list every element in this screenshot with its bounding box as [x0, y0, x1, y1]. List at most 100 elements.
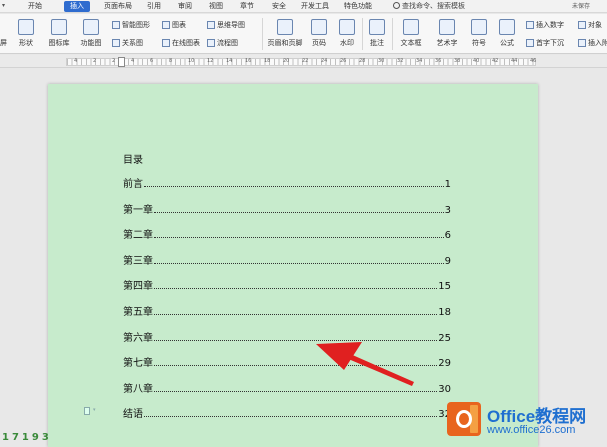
toc-row-label: 第五章 [123, 307, 153, 318]
art-text-button[interactable]: 艺术字 [430, 19, 464, 48]
flow-chart-button[interactable]: 流程图 [207, 38, 238, 48]
online-chart-icon [162, 39, 170, 47]
toc-row-page: 1 [444, 179, 451, 190]
tab-page-layout[interactable]: 页面布局 [101, 1, 135, 12]
insert-number-button[interactable]: 插入数字 [526, 20, 564, 30]
textbox-icon [403, 19, 419, 35]
tab-review[interactable]: 审阅 [174, 1, 196, 12]
chart-button[interactable]: 图表 [162, 20, 186, 30]
toc-row[interactable]: 前言 1 [123, 176, 451, 190]
tab-features[interactable]: 特色功能 [340, 1, 376, 12]
ruler-number: 20 [283, 58, 290, 64]
toc-row-label: 前言 [123, 179, 143, 190]
ruler-number: 18 [264, 58, 271, 64]
document-icon[interactable] [84, 407, 90, 415]
toc-row-label: 第八章 [123, 383, 153, 395]
smart-shape-icon [112, 21, 120, 29]
ruler-number: 4 [131, 58, 135, 64]
office-logo-icon [447, 402, 481, 436]
tab-chapter[interactable]: 章节 [236, 1, 258, 12]
mind-map-button[interactable]: 思维导图 [207, 20, 245, 30]
toc-row[interactable]: 第二章 6 [123, 227, 451, 241]
toc-row-page: 25 [438, 332, 451, 344]
ruler-number: 6 [150, 58, 154, 64]
ribbon-cut-label[interactable]: 屏 [0, 38, 7, 48]
textbox-button[interactable]: 文本框 [396, 19, 426, 48]
toc-row[interactable]: 第一章 3 [123, 202, 451, 216]
ribbon-separator [392, 18, 393, 50]
menu-dropdown-icon[interactable]: ▾ [2, 2, 5, 9]
watermark-button[interactable]: 水印 [335, 19, 359, 48]
document-page[interactable]: 目录 前言 1 第一章 3 第二章 6 第三章 9 第四章 15 第五章 18 第六章 25 第七章 29 第八… [48, 84, 538, 447]
toc-title: 目录 [123, 155, 143, 166]
chevron-down-icon[interactable]: ▾ [93, 407, 96, 413]
ruler-number: 8 [169, 58, 173, 64]
ruler-strip [66, 58, 536, 66]
toc-row[interactable]: 第五章 18 [123, 304, 451, 318]
online-chart-button[interactable]: 在线图表 [162, 38, 200, 48]
tab-security[interactable]: 安全 [268, 1, 290, 12]
toc-row-page: 15 [438, 281, 451, 293]
insert-attachment-button[interactable]: 插入附 [578, 38, 607, 48]
page-number-icon [311, 19, 327, 35]
icon-library-button[interactable]: 图标库 [46, 19, 72, 48]
toc-row-label: 第二章 [123, 230, 153, 242]
ruler-number: 38 [454, 58, 461, 64]
toc-leader-dots [144, 186, 444, 187]
header-footer-icon [277, 19, 293, 35]
tab-view[interactable]: 视图 [205, 1, 227, 12]
tab-developer[interactable]: 开发工具 [298, 1, 332, 12]
ruler-number: 2 [112, 58, 116, 64]
search-icon [393, 2, 400, 9]
comment-icon [369, 19, 385, 35]
relation-chart-button[interactable]: 关系图 [112, 38, 143, 48]
ruler-number: 12 [207, 58, 214, 64]
ruler-number: 46 [530, 58, 537, 64]
office-watermark: Office教程网 www.office26.com [447, 398, 607, 447]
ruler-number: 28 [359, 58, 366, 64]
ruler-number: 36 [435, 58, 442, 64]
ruler-number: 32 [397, 58, 404, 64]
toc-leader-dots [154, 262, 444, 264]
indent-marker-handle[interactable] [118, 57, 125, 67]
formula-button[interactable]: 公式 [495, 19, 519, 48]
ruler-number: 24 [321, 58, 328, 64]
ruler-number: 16 [245, 58, 252, 64]
drop-cap-button[interactable]: 首字下沉 [526, 38, 564, 48]
toc-row[interactable]: 第四章 15 [123, 278, 451, 292]
ruler-number: 4 [74, 58, 78, 64]
relation-chart-icon [112, 39, 120, 47]
watermark-icon [339, 19, 355, 35]
tab-references[interactable]: 引用 [143, 1, 165, 12]
menu-tab-bar: ▾ 开始 插入 页面布局 引用 审阅 视图 章节 安全 开发工具 特色功能 查找… [0, 0, 607, 13]
comment-button[interactable]: 批注 [366, 19, 388, 48]
toc-row-label: 第七章 [123, 358, 153, 370]
ribbon-separator [262, 18, 263, 50]
horizontal-ruler[interactable]: 4 2 2 4 6 8 10 12 14 16 18 20 22 24 26 28 30 32 34 36 38 40 42… [0, 55, 607, 68]
mind-map-icon [207, 21, 215, 29]
tab-insert[interactable]: 插入 [64, 1, 90, 12]
attachment-icon [578, 39, 586, 47]
ruler-number: 30 [378, 58, 385, 64]
ruler-ticks [67, 59, 535, 65]
command-search[interactable]: 查找命令、搜索模板 [393, 1, 465, 12]
header-footer-button[interactable]: 页眉和页脚 [265, 19, 305, 48]
object-button[interactable]: 对象 [578, 20, 602, 30]
unsaved-status[interactable]: 未保存 [572, 1, 590, 12]
symbol-button[interactable]: 符号 [467, 19, 491, 48]
toc-row[interactable]: 结语 32 [123, 406, 451, 420]
ruler-number: 42 [492, 58, 499, 64]
tab-home[interactable]: 开始 [24, 1, 46, 12]
logo-ring [456, 410, 472, 428]
page-number-button[interactable]: 页码 [307, 19, 331, 48]
shape-icon [18, 19, 34, 35]
toc-row-label: 第三章 [123, 255, 153, 267]
function-chart-button[interactable]: 功能图 [76, 19, 106, 48]
smart-shape-button[interactable]: 智能图形 [112, 20, 150, 30]
toc-row-page: 9 [444, 255, 451, 267]
toc-row-label: 第一章 [123, 204, 153, 216]
toc-row[interactable]: 第三章 9 [123, 253, 451, 267]
shape-button[interactable]: 形状 [14, 19, 38, 48]
annotation-arrow [316, 342, 414, 386]
toc-leader-dots [154, 314, 438, 315]
